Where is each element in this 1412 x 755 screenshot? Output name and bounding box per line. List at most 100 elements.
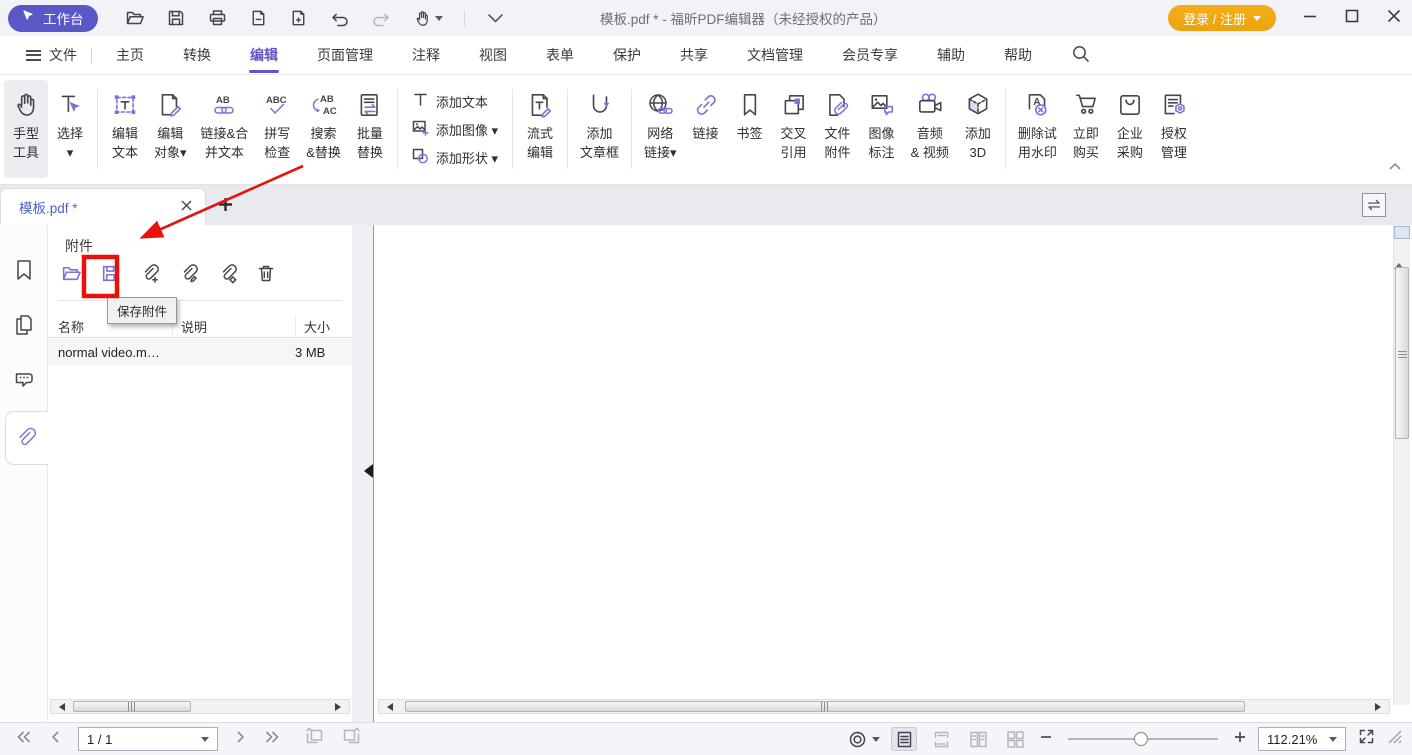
close-file-icon[interactable]	[249, 8, 268, 28]
save-attachment-icon[interactable]	[100, 263, 121, 289]
ribbon-link-merge-text-button[interactable]: AB 链接&合 并文本	[194, 80, 256, 178]
attachment-settings-icon[interactable]	[217, 263, 238, 289]
ribbon-license-management-button[interactable]: 授权 管理	[1152, 80, 1196, 178]
menu-tab-protect[interactable]: 保护	[613, 36, 641, 74]
collapse-ribbon-icon[interactable]	[1388, 158, 1402, 176]
ribbon-batch-replace-button[interactable]: 批量 替换	[348, 80, 392, 178]
split-handle[interactable]	[1394, 226, 1410, 239]
pages-panel-icon[interactable]	[13, 313, 35, 342]
edit-attachment-icon[interactable]	[178, 263, 199, 289]
redo-icon[interactable]	[371, 9, 392, 28]
customize-toolbar-icon[interactable]	[486, 12, 505, 25]
ribbon-search-replace-button[interactable]: ABAC 搜索 &替换	[299, 80, 348, 178]
previous-view-icon[interactable]	[304, 727, 325, 751]
collapse-panel-icon[interactable]	[357, 464, 373, 478]
maximize-button[interactable]	[1344, 8, 1360, 29]
bookmarks-panel-icon[interactable]	[13, 258, 35, 287]
ribbon-audio-video-button[interactable]: 音频 & 视频	[904, 80, 956, 178]
workspace-button[interactable]: 工作台	[8, 5, 98, 32]
ribbon-buy-now-button[interactable]: 立即 购买	[1064, 80, 1108, 178]
zoom-out-icon[interactable]	[1039, 730, 1053, 749]
menu-tab-help[interactable]: 帮助	[1004, 36, 1032, 74]
ribbon-cross-reference-button[interactable]: 交叉 引用	[772, 80, 816, 178]
zoom-level-combobox[interactable]: 112.21%	[1258, 727, 1346, 751]
next-view-icon[interactable]	[341, 727, 362, 751]
facing-view-icon[interactable]	[965, 727, 991, 751]
ribbon-add-3d-button[interactable]: 添加 3D	[956, 80, 1000, 178]
ribbon-image-annotation-button[interactable]: 图像 标注	[860, 80, 904, 178]
continuous-view-icon[interactable]	[928, 727, 954, 751]
previous-page-button[interactable]	[49, 728, 62, 751]
facing-continuous-view-icon[interactable]	[1002, 727, 1028, 751]
scrollbar-thumb[interactable]	[73, 701, 191, 712]
ribbon-hand-tool-button[interactable]: 手型 工具	[4, 80, 48, 178]
vertical-scrollbar[interactable]	[1393, 225, 1410, 705]
column-header-description[interactable]: 说明	[172, 315, 295, 337]
document-horizontal-scrollbar[interactable]	[378, 699, 1390, 714]
ribbon-web-link-button[interactable]: 网络 链接▾	[637, 80, 684, 178]
menu-tab-assist[interactable]: 辅助	[937, 36, 965, 74]
minimize-button[interactable]	[1302, 8, 1318, 29]
ribbon-edit-object-button[interactable]: 编辑 对象▾	[147, 80, 194, 178]
ribbon-reflow-edit-button[interactable]: 流式 编辑	[518, 80, 562, 178]
tab-close-icon[interactable]	[180, 199, 193, 215]
ribbon-file-attachment-button[interactable]: 文件 附件	[816, 80, 860, 178]
scrollbar-thumb[interactable]	[1395, 267, 1409, 439]
attachment-row[interactable]: normal video.m… 3 MB	[48, 339, 352, 366]
add-tab-icon[interactable]	[217, 196, 234, 218]
panel-divider[interactable]	[352, 225, 374, 722]
menu-tab-form[interactable]: 表单	[546, 36, 574, 74]
new-file-icon[interactable]	[289, 8, 308, 28]
document-canvas[interactable]	[375, 225, 1412, 722]
ribbon-enterprise-purchase-button[interactable]: 企业 采购	[1108, 80, 1152, 178]
save-icon[interactable]	[166, 8, 186, 28]
menu-tab-convert[interactable]: 转换	[183, 36, 211, 74]
ribbon-remove-trial-watermark-button[interactable]: A 删除试 用水印	[1011, 80, 1064, 178]
zoom-slider[interactable]	[1068, 738, 1218, 740]
file-menu[interactable]: 文件	[26, 45, 77, 65]
menu-tab-member[interactable]: 会员专享	[842, 36, 898, 74]
open-attachment-icon[interactable]	[60, 263, 82, 289]
ribbon-bookmark-button[interactable]: 书签	[728, 80, 772, 178]
panel-horizontal-scrollbar[interactable]	[50, 699, 350, 714]
document-tab[interactable]: 模板.pdf *	[0, 188, 206, 225]
open-file-icon[interactable]	[124, 8, 145, 28]
ribbon-select-button[interactable]: 选择 ▾	[48, 80, 92, 178]
scroll-right-arrow[interactable]	[1375, 703, 1385, 711]
menu-tab-share[interactable]: 共享	[680, 36, 708, 74]
fullscreen-icon[interactable]	[1357, 727, 1376, 751]
resize-grip[interactable]	[1387, 729, 1402, 749]
zoom-in-icon[interactable]	[1233, 730, 1247, 749]
ribbon-edit-text-button[interactable]: 编辑 文本	[103, 80, 147, 178]
hand-tool-quick-icon[interactable]	[413, 9, 443, 28]
ribbon-add-text-button[interactable]: 添加文本	[412, 91, 498, 111]
autoscroll-icon[interactable]	[848, 730, 880, 749]
last-page-button[interactable]	[263, 728, 282, 751]
delete-attachment-icon[interactable]	[256, 263, 276, 289]
menu-tab-comment[interactable]: 注释	[412, 36, 440, 74]
scroll-up-arrow[interactable]	[1394, 246, 1410, 264]
undo-icon[interactable]	[329, 9, 350, 28]
menu-tab-doc-manage[interactable]: 文档管理	[747, 36, 803, 74]
ribbon-add-shape-button[interactable]: 添加形状 ▾	[412, 147, 498, 167]
menu-tab-edit[interactable]: 编辑	[250, 36, 278, 74]
scroll-left-arrow[interactable]	[383, 703, 393, 711]
close-button[interactable]	[1386, 8, 1402, 29]
menu-tab-view[interactable]: 视图	[479, 36, 507, 74]
scroll-left-arrow[interactable]	[55, 703, 65, 711]
ribbon-link-button[interactable]: 链接	[684, 80, 728, 178]
zoom-slider-handle[interactable]	[1134, 732, 1148, 746]
login-register-button[interactable]: 登录 / 注册	[1168, 5, 1276, 31]
comments-panel-icon[interactable]	[13, 368, 36, 396]
page-number-combobox[interactable]: 1 / 1	[78, 727, 218, 751]
scrollbar-thumb[interactable]	[405, 701, 1245, 712]
split-view-icon[interactable]	[1362, 193, 1386, 217]
print-icon[interactable]	[207, 8, 228, 28]
search-icon[interactable]	[1071, 44, 1091, 67]
ribbon-add-image-button[interactable]: 添加图像 ▾	[412, 119, 498, 139]
add-attachment-icon[interactable]	[139, 263, 160, 289]
ribbon-add-article-box-button[interactable]: 添加 文章框	[573, 80, 626, 178]
scroll-right-arrow[interactable]	[335, 703, 345, 711]
attachments-panel-icon[interactable]	[13, 424, 36, 454]
ribbon-spell-check-button[interactable]: ABC 拼写 检查	[255, 80, 299, 178]
